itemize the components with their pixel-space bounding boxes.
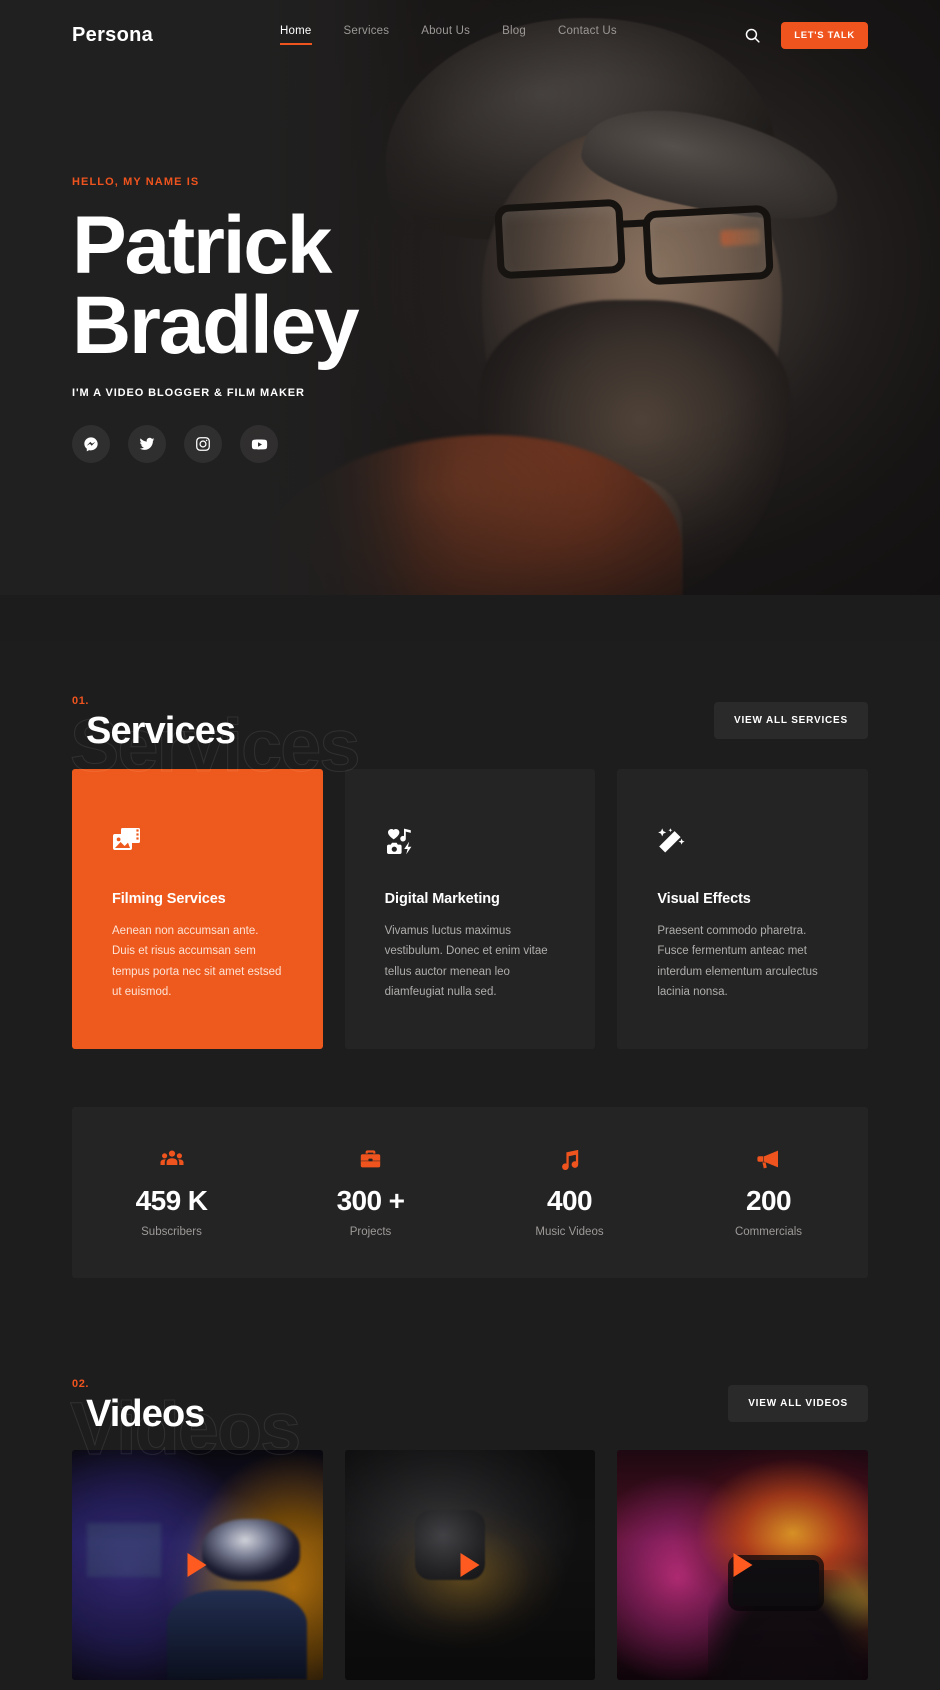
hero-name-line-2: Bradley [72, 279, 360, 371]
page-body: 01. Services Services VIEW ALL SERVICES [0, 641, 940, 1690]
music-note-icon [470, 1149, 669, 1171]
nav-actions: LET'S TALK [743, 21, 868, 49]
youtube-icon[interactable] [240, 425, 278, 464]
twitter-icon[interactable] [128, 425, 166, 464]
stat-label: Projects [349, 1225, 392, 1238]
view-all-services-button[interactable]: VIEW ALL SERVICES [714, 702, 868, 739]
play-icon[interactable] [733, 1552, 753, 1577]
stats-bar: 459 K Subscribers 300 + Projects 400 Mus… [72, 1106, 868, 1278]
service-description: Aenean non accumsan ante. Duis et risus … [112, 925, 282, 999]
nav-item-about-us[interactable]: About Us [421, 25, 470, 45]
main-navbar: Persona Home Services About Us Blog Cont… [0, 0, 940, 70]
hero-subtitle: I'M A VIDEO BLOGGER & FILM MAKER [72, 387, 305, 400]
service-title: Visual Effects [657, 891, 751, 907]
brand-logo[interactable]: Persona [72, 24, 153, 47]
film-image-icon [112, 827, 283, 855]
hero-content: HELLO, MY NAME IS Patrick Bradley I'M A … [72, 176, 360, 464]
services-header: 01. Services Services VIEW ALL SERVICES [70, 641, 868, 788]
megaphone-icon [669, 1149, 868, 1171]
stat-label: Music Videos [535, 1225, 604, 1238]
services-section-number: 01. [72, 695, 90, 708]
nav-item-contact-us[interactable]: Contact Us [558, 25, 617, 45]
hero-section: Persona Home Services About Us Blog Cont… [0, 0, 940, 595]
service-title: Filming Services [112, 891, 226, 907]
stat-value: 400 [547, 1184, 593, 1216]
nav-links: Home Services About Us Blog Contact Us [280, 25, 617, 45]
videos-header: 02. Videos Videos VIEW ALL VIDEOS [69, 1324, 868, 1471]
video-thumbnail-1[interactable] [72, 1449, 323, 1680]
stat-commercials: 200 Commercials [669, 1149, 868, 1238]
service-card-filming[interactable]: Filming Services Aenean non accumsan ant… [72, 769, 323, 1049]
service-card-digital-marketing[interactable]: Digital Marketing Vivamus luctus maximus… [344, 769, 596, 1049]
instagram-icon[interactable] [184, 425, 222, 464]
video-thumbnail-2[interactable] [344, 1449, 596, 1680]
service-card-visual-effects[interactable]: Visual Effects Praesent commodo pharetra… [617, 769, 868, 1049]
magic-wand-icon [657, 827, 828, 855]
search-icon[interactable] [743, 26, 761, 44]
stat-label: Commercials [734, 1225, 803, 1238]
stat-music-videos: 400 Music Videos [470, 1149, 669, 1238]
page-title: Patrick Bradley [72, 205, 360, 367]
stat-value: 200 [746, 1184, 792, 1216]
stat-value: 300 + [336, 1184, 405, 1216]
lets-talk-button[interactable]: LET'S TALK [781, 21, 868, 49]
stat-value: 459 K [135, 1184, 208, 1216]
videos-section-number: 02. [72, 1378, 90, 1391]
videos-section: 02. Videos Videos VIEW ALL VIDEOS [0, 1324, 940, 1680]
stat-label: Subscribers [141, 1225, 202, 1238]
play-icon[interactable] [460, 1552, 480, 1577]
social-links [72, 425, 357, 464]
view-all-videos-button[interactable]: VIEW ALL VIDEOS [728, 1384, 868, 1422]
nav-item-blog[interactable]: Blog [502, 25, 526, 45]
nav-item-services[interactable]: Services [344, 25, 390, 45]
media-grid-icon [385, 827, 556, 855]
videos-grid [72, 1449, 868, 1680]
videos-title: Videos [86, 1393, 205, 1436]
services-title: Services [86, 710, 236, 753]
briefcase-icon [271, 1149, 470, 1171]
play-icon[interactable] [187, 1552, 207, 1577]
hero-eyebrow: HELLO, MY NAME IS [72, 176, 200, 188]
messenger-icon[interactable] [72, 425, 110, 464]
stat-subscribers: 459 K Subscribers [72, 1149, 271, 1238]
service-description: Praesent commodo pharetra. Fusce ferment… [657, 925, 818, 999]
stat-projects: 300 + Projects [271, 1149, 470, 1238]
stats-section: 459 K Subscribers 300 + Projects 400 Mus… [0, 1106, 940, 1278]
nav-item-home[interactable]: Home [280, 25, 313, 45]
service-description: Vivamus luctus maximus vestibulum. Donec… [384, 925, 548, 999]
users-icon [72, 1149, 271, 1171]
services-section: 01. Services Services VIEW ALL SERVICES [0, 641, 940, 1049]
service-title: Digital Marketing [384, 891, 500, 907]
hero-name-line-1: Patrick [72, 200, 332, 291]
video-thumbnail-3[interactable] [617, 1449, 868, 1680]
services-cards: Filming Services Aenean non accumsan ant… [72, 769, 868, 1049]
